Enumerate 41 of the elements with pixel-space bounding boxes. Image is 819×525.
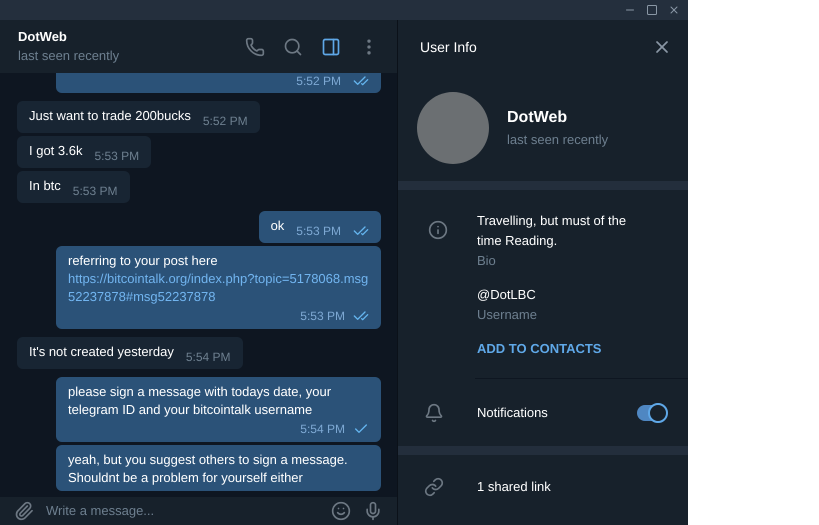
message-text: In btc [29, 177, 61, 195]
shared-links-item[interactable]: 1 shared link [470, 477, 551, 497]
message-text: ok [270, 217, 284, 235]
add-to-contacts-button[interactable]: ADD TO CONTACTS [477, 339, 672, 359]
message-text: please sign a message with todays date, your telegram ID and your bitcointalk username [68, 383, 332, 419]
attach-icon[interactable] [14, 501, 34, 521]
chat-status: last seen recently [18, 46, 120, 65]
username-text: @DotLBC [477, 286, 537, 304]
message-time: 5:53 PM [72, 183, 118, 199]
message-text: It's not created yesterday [29, 343, 174, 361]
profile-name: DotWeb [507, 108, 568, 128]
search-icon[interactable] [283, 36, 303, 56]
message-time: 5:52 PM [202, 113, 248, 129]
bio-text: Travelling, but must of the time Reading. [477, 212, 628, 250]
message-link[interactable]: https://bitcointalk.org/index.php?topic=5178068.msg52237878#msg52237878 [68, 270, 369, 306]
message-time: 5:53 PM [94, 148, 140, 164]
bell-icon [424, 402, 444, 422]
username-label: Username [477, 306, 538, 324]
info-icon [428, 220, 448, 240]
message-time: 5:53 PM [296, 223, 341, 239]
message-text: I got 3.6k [29, 142, 82, 160]
message-time: 5:54 PM [300, 421, 345, 438]
message-time: 5:54 PM [186, 349, 231, 365]
message-text: referring to your post here [68, 252, 219, 270]
panel-title: User Info [420, 38, 477, 56]
close-icon[interactable] [668, 4, 680, 16]
notifications-label: Notifications [476, 404, 549, 422]
message-input[interactable]: Write a message... [46, 502, 319, 520]
message-text: Just want to trade 200bucks [29, 107, 191, 125]
maximize-icon[interactable] [646, 4, 658, 16]
side-panel-icon[interactable] [321, 36, 341, 56]
message-time: 5:53 PM [300, 308, 345, 325]
profile-status: last seen recently [507, 130, 608, 149]
link-icon [424, 477, 444, 497]
notifications-toggle[interactable] [637, 404, 667, 420]
phone-icon[interactable] [245, 36, 265, 56]
chat-title: DotWeb [18, 28, 68, 46]
message-text: yeah, but you suggest others to sign a message. Shouldnt be a problem for yourself either [68, 451, 349, 487]
message-time: 5:52 PM [296, 73, 341, 89]
emoji-icon[interactable] [331, 501, 351, 521]
bio-label: Bio [477, 252, 497, 270]
